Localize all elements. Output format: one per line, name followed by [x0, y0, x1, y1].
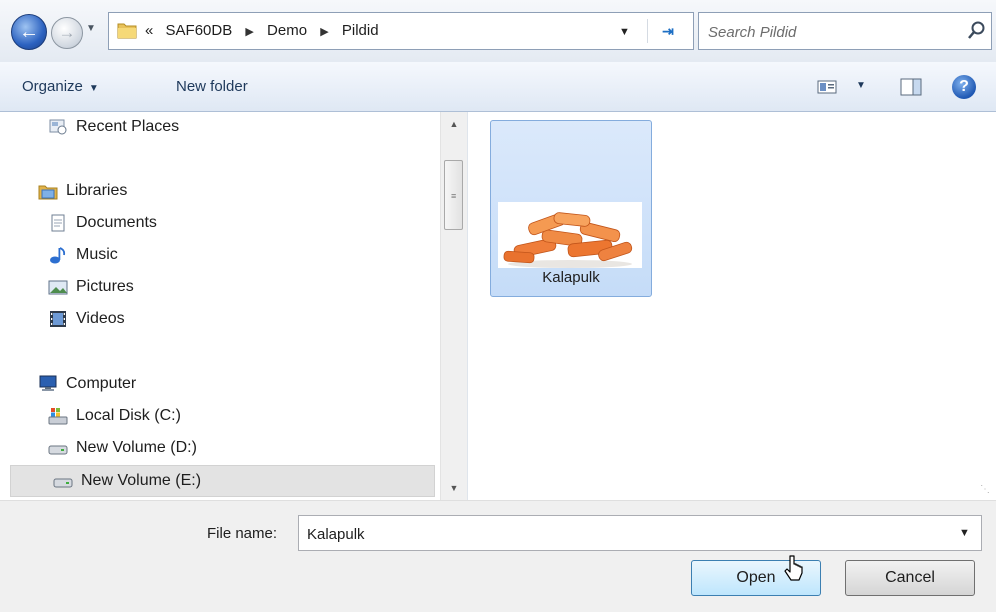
music-icon: [50, 246, 66, 264]
nav-item-label: Pictures: [76, 278, 134, 295]
nav-item-documents[interactable]: Documents: [48, 209, 157, 237]
refresh-icon[interactable]: ⇥: [647, 19, 688, 43]
breadcrumb-item-saf60db[interactable]: SAF60DB: [158, 22, 233, 39]
address-field[interactable]: « SAF60DB ▶ Demo ▶ Pildid ▼ ⇥: [108, 12, 694, 50]
nav-item-local-disk-c[interactable]: Local Disk (C:): [48, 402, 181, 430]
organize-button[interactable]: Organize ▼: [22, 76, 99, 98]
scroll-down-arrow-icon[interactable]: ▼: [441, 476, 467, 500]
nav-item-new-volume-e[interactable]: New Volume (E:): [10, 465, 435, 497]
file-list-pane: Kalapulk ⋱: [467, 112, 996, 500]
new-folder-button[interactable]: New folder: [176, 76, 248, 98]
nav-item-label: Libraries: [66, 182, 128, 199]
computer-icon: [39, 375, 57, 391]
search-input[interactable]: [706, 20, 956, 44]
dialog-footer: File name: ▼ Open Cancel: [0, 500, 996, 612]
drive-icon: [53, 478, 73, 488]
chevron-right-icon[interactable]: ▶: [311, 26, 337, 38]
search-box[interactable]: [698, 12, 992, 50]
help-icon[interactable]: ?: [952, 75, 976, 99]
nav-item-label: Local Disk (C:): [76, 407, 181, 424]
nav-item-new-volume-d[interactable]: New Volume (D:): [48, 434, 197, 462]
scrollbar-thumb[interactable]: ≡: [444, 160, 463, 230]
command-toolbar: Organize ▼ New folder ▼ ?: [0, 62, 996, 112]
change-view-icon[interactable]: [817, 78, 837, 96]
chevron-right-icon[interactable]: ▶: [236, 26, 262, 38]
documents-icon: [51, 214, 65, 232]
folder-icon: [117, 23, 137, 39]
nav-item-label: Music: [76, 246, 118, 263]
nav-item-libraries[interactable]: Libraries: [38, 177, 127, 205]
nav-item-label: Videos: [76, 310, 125, 327]
address-history-dropdown-icon[interactable]: ▼: [619, 26, 630, 38]
nav-item-label: New Volume (D:): [76, 439, 197, 456]
scroll-up-arrow-icon[interactable]: ▲: [441, 112, 467, 136]
breadcrumb-item-pildid[interactable]: Pildid: [342, 22, 379, 39]
videos-icon: [50, 310, 66, 327]
fish-sticks-image: [498, 202, 642, 268]
grip-icon: ≡: [451, 191, 457, 201]
pictures-icon: [48, 280, 68, 295]
forward-button[interactable]: →: [51, 17, 83, 49]
address-bar-row: ← → ▼ « SAF60DB ▶ Demo ▶ Pildid ▼ ⇥: [0, 0, 996, 62]
recent-places-icon: [49, 119, 67, 135]
nav-item-label: Recent Places: [76, 118, 180, 135]
local-disk-icon: [48, 407, 68, 425]
cancel-button[interactable]: Cancel: [845, 560, 975, 596]
breadcrumb-overflow[interactable]: «: [145, 22, 153, 39]
nav-item-pictures[interactable]: Pictures: [48, 273, 134, 301]
view-options-dropdown-icon[interactable]: ▼: [856, 80, 866, 91]
nav-item-label: Computer: [66, 375, 137, 392]
file-name-input[interactable]: [305, 522, 939, 546]
libraries-icon: [38, 185, 58, 200]
back-arrow-icon: ←: [19, 21, 39, 43]
organize-label: Organize: [22, 78, 83, 95]
nav-pane-scrollbar[interactable]: ▲ ≡ ▼: [440, 112, 466, 500]
chevron-down-icon: ▼: [88, 83, 99, 94]
nav-item-label: Documents: [76, 214, 157, 231]
search-icon[interactable]: [967, 20, 987, 42]
drive-icon: [48, 445, 68, 455]
pane-resize-grip-icon[interactable]: ⋱: [980, 484, 990, 495]
chevron-down-icon[interactable]: ▼: [959, 527, 970, 539]
nav-item-computer[interactable]: Computer: [38, 370, 136, 398]
breadcrumb-item-demo[interactable]: Demo: [267, 22, 307, 39]
file-thumbnail: [498, 202, 642, 268]
preview-pane-icon[interactable]: [900, 78, 922, 96]
file-item-kalapulk[interactable]: Kalapulk: [490, 120, 652, 297]
mouse-pointer-icon: [784, 555, 803, 581]
navigation-pane: Recent Places Libraries Documents Music …: [0, 112, 466, 500]
back-button[interactable]: ←: [11, 14, 47, 50]
nav-item-label: New Volume (E:): [81, 472, 202, 489]
file-name-field-label: File name:: [207, 525, 278, 542]
file-name-combobox[interactable]: ▼: [298, 515, 982, 551]
nav-item-recent-places[interactable]: Recent Places: [48, 113, 179, 141]
nav-item-videos[interactable]: Videos: [48, 305, 125, 333]
nav-item-music[interactable]: Music: [48, 241, 118, 269]
forward-arrow-icon: →: [58, 23, 76, 42]
file-name-label: Kalapulk: [542, 269, 600, 286]
breadcrumb: « SAF60DB ▶ Demo ▶ Pildid: [145, 13, 379, 49]
recent-pages-dropdown-icon[interactable]: ▼: [86, 23, 100, 37]
